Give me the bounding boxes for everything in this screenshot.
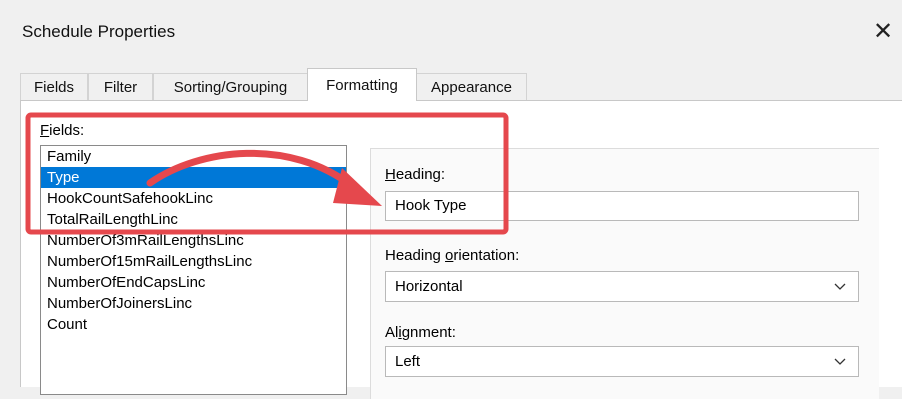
- heading-label: Heading:: [385, 166, 446, 183]
- chevron-down-icon: [834, 283, 846, 290]
- heading-input[interactable]: Hook Type: [385, 191, 859, 221]
- window-title: Schedule Properties: [22, 22, 176, 41]
- list-item-numberofjoinerslinc[interactable]: NumberOfJoinersLinc: [41, 293, 346, 314]
- fields-listbox[interactable]: Family Type HookCountSafehookLinc TotalR…: [40, 145, 347, 395]
- list-item-numberofendcapslinc[interactable]: NumberOfEndCapsLinc: [41, 272, 346, 293]
- chevron-down-icon: [834, 358, 846, 365]
- tab-fields[interactable]: Fields: [20, 73, 88, 100]
- alignment-label: Alignment:: [385, 324, 456, 341]
- tab-formatting[interactable]: Formatting: [307, 68, 417, 101]
- heading-orientation-select[interactable]: Horizontal: [385, 271, 859, 302]
- list-item-type[interactable]: Type: [41, 167, 346, 188]
- tab-appearance[interactable]: Appearance: [416, 73, 527, 100]
- list-item-hookcountsafehooklinc[interactable]: HookCountSafehookLinc: [41, 188, 346, 209]
- alignment-select[interactable]: Left: [385, 346, 859, 377]
- list-item-totalraillengthlinc[interactable]: TotalRailLengthLinc: [41, 209, 346, 230]
- heading-orientation-label: Heading orientation:: [385, 247, 520, 264]
- alignment-value: Left: [395, 353, 421, 370]
- list-item-numberof3mraillengthslinc[interactable]: NumberOf3mRailLengthsLinc: [41, 230, 346, 251]
- fields-label: Fields:: [40, 122, 85, 139]
- heading-orientation-value: Horizontal: [395, 278, 463, 295]
- close-icon[interactable]: ✕: [866, 14, 900, 48]
- tab-sorting-grouping[interactable]: Sorting/Grouping: [153, 73, 308, 100]
- list-item-family[interactable]: Family: [41, 146, 346, 167]
- list-item-numberof15mraillengthslinc[interactable]: NumberOf15mRailLengthsLinc: [41, 251, 346, 272]
- list-item-count[interactable]: Count: [41, 314, 346, 335]
- tab-filter[interactable]: Filter: [88, 73, 153, 100]
- title-bar: Schedule Properties ✕: [0, 0, 902, 68]
